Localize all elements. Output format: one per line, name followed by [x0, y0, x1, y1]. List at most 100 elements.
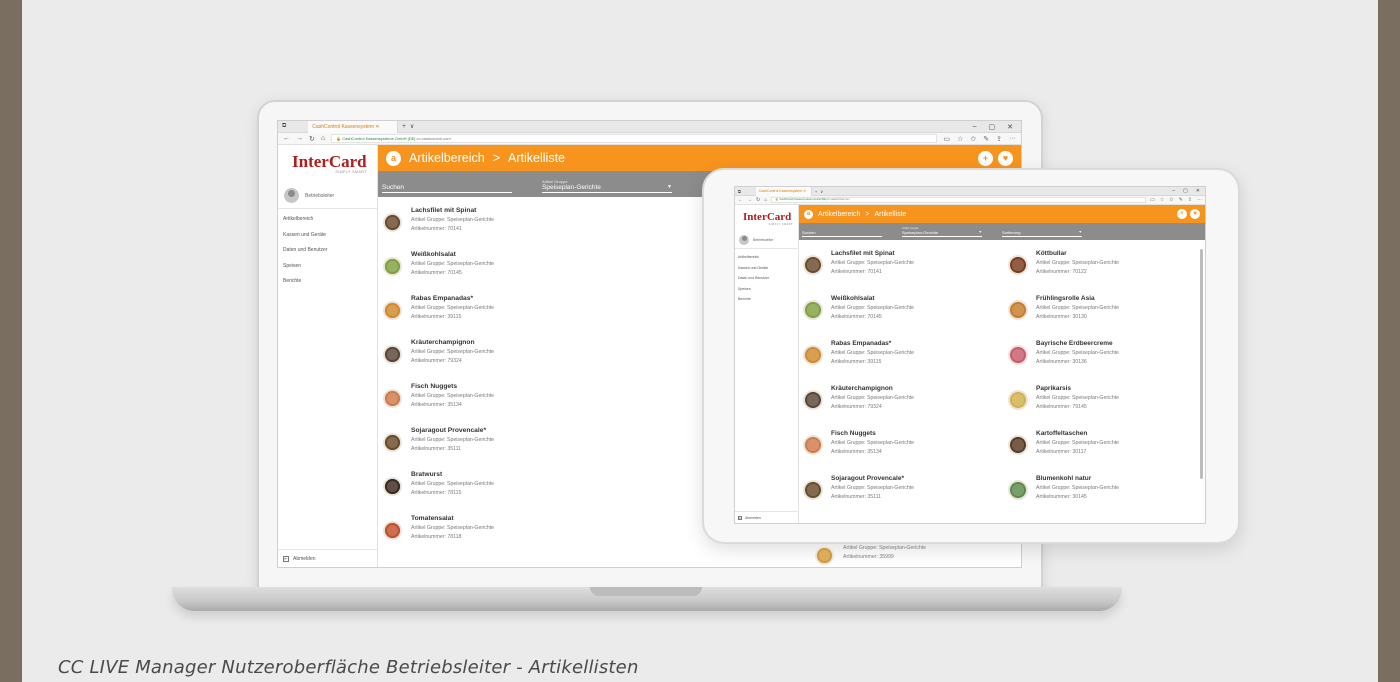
item-group: Artikel Gruppe: Speiseplan-Gerichte [831, 305, 915, 311]
user-profile[interactable]: Betriebsleiter [278, 183, 377, 209]
search-input[interactable]: Suchen [382, 171, 512, 193]
forward-icon[interactable]: → [747, 197, 752, 203]
tab-dropdown-icon[interactable]: ∨ [820, 189, 823, 194]
pen-icon[interactable]: ✎ [983, 135, 989, 143]
more-icon[interactable]: ··· [1197, 197, 1202, 203]
add-icon[interactable]: + [978, 150, 993, 166]
close-window-icon[interactable]: ✕ [1007, 123, 1013, 131]
browser-tab[interactable]: CashControl Kassensystem ✕ [755, 187, 812, 196]
list-item[interactable]: Bayrische Erdbeercreme Artikel Gruppe: Sp… [1008, 338, 1205, 383]
url-field[interactable]: 🔒 CashControl Kassensysteme GmbH [DE] cc… [331, 134, 938, 143]
browser-chrome: ⧉ CashControl Kassensystem ✕ + ∨ – ▢ ✕ ←… [735, 187, 1205, 205]
list-item-partial[interactable]: Artikel Gruppe: Speiseplan-Gerichte Arti… [815, 544, 926, 565]
list-item[interactable]: Kräuterchampignon Artikel Gruppe: Speisep… [383, 337, 692, 381]
home-button[interactable]: a [804, 209, 813, 219]
tab-close-icon[interactable]: ✕ [803, 189, 806, 193]
maximize-icon[interactable]: ▢ [1183, 188, 1188, 194]
forward-icon[interactable]: → [296, 135, 303, 142]
list-item[interactable]: Sojaragout Provencale* Artikel Gruppe: Sp… [383, 425, 692, 469]
close-window-icon[interactable]: ✕ [1196, 188, 1200, 194]
favorite-star-icon[interactable]: ☆ [957, 135, 963, 143]
sidebar-item-berichte[interactable]: Berichte [278, 274, 377, 290]
list-item[interactable]: Fisch Nuggets Artikel Gruppe: Speiseplan-… [383, 381, 692, 425]
logout-button[interactable]: ⇤ Abmelden [735, 511, 798, 523]
url-field[interactable]: 🔒 CashControl Kassensysteme GmbH [DE] cc… [771, 197, 1147, 203]
add-icon[interactable]: + [1177, 209, 1187, 219]
sidebar-item-kassen[interactable]: Kassen und Geräte [735, 263, 798, 274]
list-item[interactable]: Tomatensalat Artikel Gruppe: Speiseplan-G… [383, 513, 692, 557]
new-tab-icon[interactable]: + [815, 189, 817, 194]
sidebar-item-artikelbereich[interactable]: Artikelbereich [735, 252, 798, 263]
list-item[interactable]: Fisch Nuggets Artikel Gruppe: Speiseplan-… [803, 428, 1000, 473]
reload-icon[interactable]: ↻ [309, 135, 315, 143]
user-profile[interactable]: Betriebsleiter [735, 231, 798, 249]
share-icon[interactable]: ⇪ [996, 135, 1002, 143]
item-group: Artikel Gruppe: Speiseplan-Gerichte [831, 350, 915, 356]
search-input[interactable]: Suchen [802, 223, 882, 237]
tab-close-icon[interactable]: ✕ [375, 124, 379, 130]
item-number: Artikelnummer: 39115 [831, 359, 882, 365]
share-icon[interactable]: ⇪ [1188, 197, 1192, 203]
sidebar-item-berichte[interactable]: Berichte [735, 294, 798, 305]
group-select[interactable]: Artikel Gruppe Speiseplan-Gerichte ▼ [902, 223, 982, 237]
article-list: Lachsfilet mit Spinat Artikel Gruppe: Spe… [799, 240, 1205, 523]
list-item[interactable]: Kartoffeltaschen Artikel Gruppe: Speisepl… [1008, 428, 1205, 473]
list-item[interactable]: Rabas Empanadas* Artikel Gruppe: Speisepl… [803, 338, 1000, 383]
item-number: Artikelnummer: 30136 [1036, 359, 1087, 365]
list-item[interactable]: Bratwurst Artikel Gruppe: Speiseplan-Geri… [383, 469, 692, 513]
tab-dropdown-icon[interactable]: ∨ [410, 123, 414, 130]
maximize-icon[interactable]: ▢ [989, 123, 996, 131]
heart-icon[interactable]: ♥ [998, 150, 1013, 166]
list-item[interactable]: Frühlingsrolle Asia Artikel Gruppe: Speis… [1008, 293, 1205, 338]
sidebar-item-kassen[interactable]: Kassen und Geräte [278, 228, 377, 244]
group-select[interactable]: Artikel Gruppe Speiseplan-Gerichte ▼ [542, 171, 672, 193]
reload-icon[interactable]: ↻ [756, 197, 760, 203]
item-number: Artikelnummer: 79324 [831, 404, 882, 410]
sidebar-item-speisen[interactable]: Speisen [278, 259, 377, 275]
back-icon[interactable]: ← [738, 197, 743, 203]
sidebar-item-daten[interactable]: Daten und Benutzer [278, 243, 377, 259]
reading-view-icon[interactable]: ▭ [943, 135, 950, 143]
sidebar-item-daten[interactable]: Daten und Benutzer [735, 273, 798, 284]
list-item[interactable]: Rabas Empanadas* Artikel Gruppe: Speisepl… [383, 293, 692, 337]
sort-select[interactable]: Sortierung ▼ [1002, 223, 1082, 237]
list-item[interactable]: Lachsfilet mit Spinat Artikel Gruppe: Spe… [803, 248, 1000, 293]
pen-icon[interactable]: ✎ [1179, 197, 1183, 203]
dish-image [383, 345, 402, 364]
home-button[interactable]: a [386, 150, 401, 166]
heart-icon[interactable]: ♥ [1190, 209, 1200, 219]
tab-actions-icon[interactable]: ⧉ [738, 189, 741, 194]
new-tab-icon[interactable]: + [402, 124, 406, 130]
item-number: Artikelnummer: 78115 [411, 489, 462, 496]
list-scrollbar[interactable] [1200, 249, 1203, 479]
back-icon[interactable]: ← [283, 135, 290, 142]
favorites-icon[interactable]: ✩ [970, 135, 976, 143]
avatar [739, 234, 749, 245]
logout-button[interactable]: ⇤ Abmelden [278, 549, 377, 567]
more-icon[interactable]: ··· [1009, 135, 1016, 143]
tab-actions-icon[interactable]: ⧉ [282, 123, 286, 130]
minimize-icon[interactable]: – [1172, 188, 1175, 194]
list-item[interactable]: Sojaragout Provencale* Artikel Gruppe: Sp… [803, 473, 1000, 518]
list-item[interactable]: Köttbullar Artikel Gruppe: Speiseplan-Ger… [1008, 248, 1205, 293]
sidebar-item-artikelbereich[interactable]: Artikelbereich [278, 212, 377, 228]
sidebar-item-speisen[interactable]: Speisen [735, 284, 798, 295]
browser-tab[interactable]: CashControl Kassensystem ✕ [308, 121, 399, 133]
breadcrumb-section[interactable]: Artikelbereich [818, 211, 860, 218]
list-item[interactable]: Kräuterchampignon Artikel Gruppe: Speisep… [803, 383, 1000, 428]
list-item[interactable]: Blumenkohl natur Artikel Gruppe: Speisepl… [1008, 473, 1205, 518]
reading-view-icon[interactable]: ▭ [1150, 197, 1155, 203]
list-item[interactable]: Lachsfilet mit Spinat Artikel Gruppe: Spe… [383, 205, 692, 249]
list-item[interactable]: Weißkohlsalat Artikel Gruppe: Speiseplan-… [383, 249, 692, 293]
favorite-star-icon[interactable]: ☆ [1160, 197, 1164, 203]
item-name: Sojaragout Provencale* [831, 475, 904, 482]
favorites-icon[interactable]: ✩ [1169, 197, 1173, 203]
breadcrumb-section[interactable]: Artikelbereich [409, 151, 485, 165]
item-details: Bayrische Erdbeercreme Artikel Gruppe: Sp… [1036, 338, 1119, 367]
list-item[interactable]: Weißkohlsalat Artikel Gruppe: Speiseplan-… [803, 293, 1000, 338]
item-details: Rabas Empanadas* Artikel Gruppe: Speisepl… [831, 338, 914, 367]
home-icon[interactable]: ⌂ [764, 197, 767, 203]
minimize-icon[interactable]: – [973, 123, 977, 131]
list-item[interactable]: Paprikarsis Artikel Gruppe: Speiseplan-Ge… [1008, 383, 1205, 428]
home-icon[interactable]: ⌂ [321, 135, 325, 142]
